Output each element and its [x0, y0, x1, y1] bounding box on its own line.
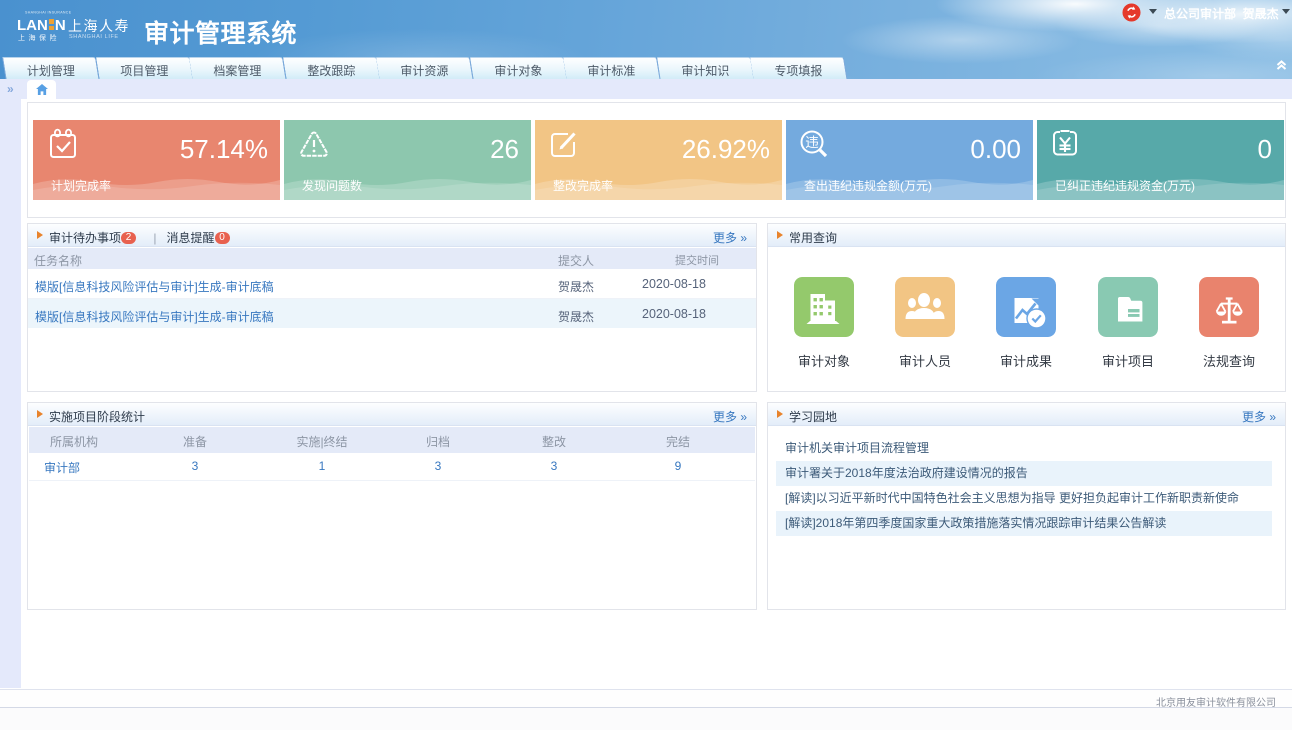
svg-text:违: 违 — [805, 135, 819, 150]
